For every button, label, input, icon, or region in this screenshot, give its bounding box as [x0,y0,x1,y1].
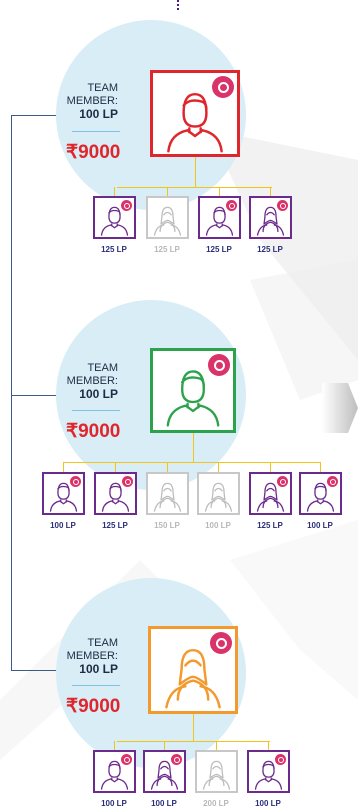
member-lp: 125 LP [206,245,232,254]
female-user-icon [149,476,186,513]
member-avatar[interactable] [143,750,186,793]
member-avatar[interactable] [299,472,342,515]
refresh-badge-icon [171,754,182,765]
member-lp: 100 LP [101,799,127,808]
connector-drop [320,462,321,472]
member-lp: 125 LP [257,245,283,254]
tree-branch-2 [11,395,59,396]
team-label-line-1: TEAM [87,82,118,94]
refresh-badge-icon [210,632,232,654]
team-leader-avatar[interactable] [150,348,236,433]
member-avatar[interactable] [198,196,241,239]
tree-branch-3 [11,670,59,671]
member-lp: 125 LP [154,245,180,254]
connector-drop [167,187,168,196]
member-lp: 100 LP [255,799,281,808]
female-user-icon [200,476,237,513]
member-avatar[interactable] [249,472,292,515]
team-leader-avatar[interactable] [148,626,238,714]
label-divider [72,410,120,411]
connector-vertical [193,714,194,741]
connector-horizontal [64,462,321,463]
connector-drop [216,741,217,750]
member-avatar[interactable] [197,472,240,515]
refresh-badge-icon [121,754,132,765]
member-lp: 100 LP [307,521,333,530]
member-avatar[interactable] [94,472,137,515]
member-avatar[interactable] [42,472,85,515]
member-lp: 150 LP [154,521,180,530]
connector-drop [114,741,115,750]
member-avatar[interactable] [146,196,189,239]
member-lp: 100 LP [151,799,177,808]
refresh-badge-icon [122,476,133,487]
connector-drop [167,462,168,472]
member-lp: 100 LP [205,521,231,530]
refresh-badge-icon [208,354,230,376]
team-member-lp: 100 LP [79,387,118,401]
member-lp: 125 LP [102,521,128,530]
member-avatar[interactable] [93,750,136,793]
tree-branch-1 [11,115,61,116]
label-divider [72,131,120,132]
refresh-badge-icon [226,200,237,211]
member-avatar[interactable] [93,196,136,239]
label-divider [72,685,120,686]
team-amount: ₹9000 [66,142,121,163]
female-user-icon [198,754,235,791]
team-member-label: TEAM MEMBER: 100 LP [60,637,118,676]
team-amount: ₹9000 [66,696,121,717]
connector-drop [114,187,115,196]
team-leader-avatar[interactable] [150,70,240,157]
connector-horizontal [117,741,270,742]
member-lp: 200 LP [203,799,229,808]
connector-vertical [195,157,196,187]
connector-drop [270,187,271,196]
team-member-label: TEAM MEMBER: 100 LP [60,82,118,121]
refresh-badge-icon [212,76,234,98]
refresh-badge-icon [275,754,286,765]
team-amount: ₹9000 [66,421,121,442]
member-lp: 125 LP [101,245,127,254]
top-connector-dots [177,0,180,10]
connector-drop [164,741,165,750]
team-label-line-1: TEAM [87,637,118,649]
refresh-badge-icon [327,476,338,487]
connector-drop [218,462,219,472]
connector-vertical [193,433,194,462]
team-member-label: TEAM MEMBER: 100 LP [60,362,118,401]
member-avatar[interactable] [146,472,189,515]
refresh-badge-icon [121,200,132,211]
connector-horizontal [117,187,272,188]
connector-drop [115,462,116,472]
member-lp: 100 LP [50,521,76,530]
team-member-lp: 100 LP [79,662,118,676]
refresh-badge-icon [70,476,81,487]
member-lp: 125 LP [257,521,283,530]
member-avatar[interactable] [195,750,238,793]
connector-drop [63,462,64,472]
connector-drop [270,462,271,472]
team-member-lp: 100 LP [79,107,118,121]
refresh-badge-icon [277,200,288,211]
female-user-icon [149,200,186,237]
connector-drop [219,187,220,196]
side-arrow-tab[interactable] [322,383,358,433]
member-avatar[interactable] [247,750,290,793]
tree-vertical-line [11,115,12,670]
connector-drop [268,741,269,750]
member-avatar[interactable] [249,196,292,239]
refresh-badge-icon [277,476,288,487]
team-label-line-1: TEAM [87,362,118,374]
